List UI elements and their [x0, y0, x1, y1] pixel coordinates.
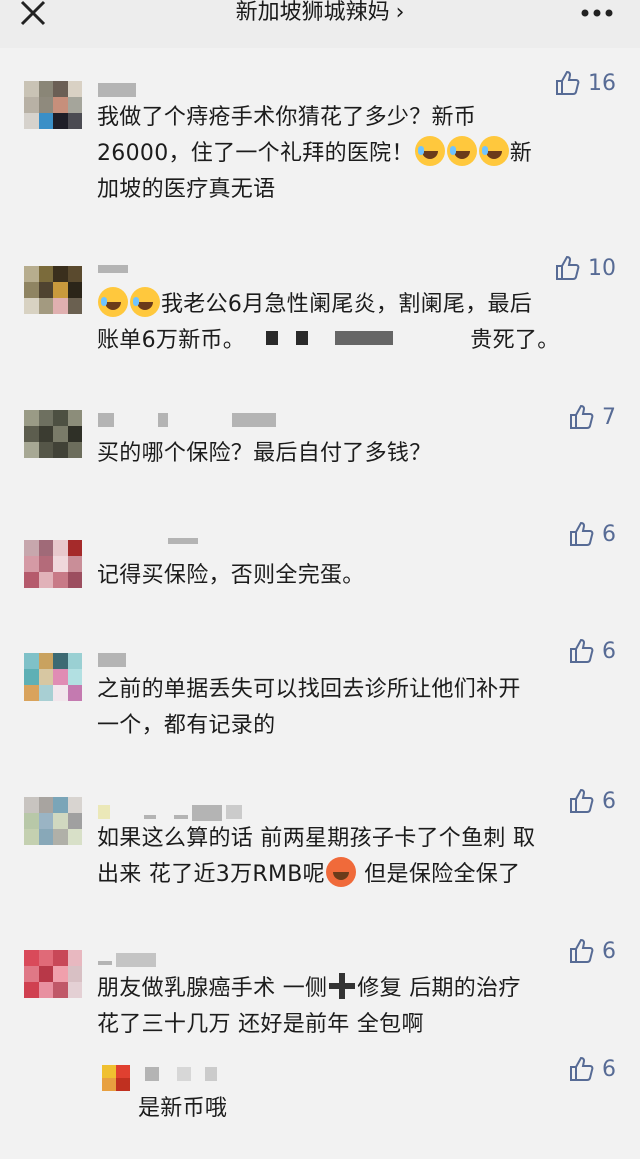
- like-button[interactable]: 6: [568, 521, 616, 547]
- user-name[interactable]: [98, 538, 198, 554]
- thumbs-up-icon: [556, 255, 580, 280]
- crying-emoji-icon: [130, 287, 160, 317]
- avatar[interactable]: [24, 410, 82, 458]
- like-count: 6: [602, 788, 616, 814]
- comment-text: 买的哪个保险？最后自付了多钱？: [97, 441, 432, 466]
- avatar[interactable]: [24, 540, 82, 588]
- user-name[interactable]: [98, 805, 242, 821]
- crying-emoji-icon: [98, 287, 128, 317]
- thumbs-up-icon: [570, 1056, 594, 1081]
- more-icon[interactable]: [580, 2, 614, 24]
- like-count: 6: [602, 1056, 616, 1082]
- avatar[interactable]: [24, 266, 82, 314]
- navigation-bar: 新加坡狮城辣妈 ›: [0, 0, 640, 48]
- comment-text: 之前的单据丢失可以找回去诊所让他们补开 一个，都有记录的: [97, 677, 521, 738]
- laughing-tears-emoji-icon: [446, 136, 477, 166]
- like-count: 6: [602, 521, 616, 547]
- avatar[interactable]: [24, 653, 82, 701]
- redacted-text: [266, 331, 279, 345]
- redacted-text: [295, 331, 308, 345]
- laughing-tears-emoji-icon: [478, 136, 509, 166]
- thumbs-up-icon: [570, 521, 594, 546]
- comment-text: 我做了个痔疮手术你猜花了多少？新币 26000，住了一个礼拜的医院！新 加坡的医…: [97, 105, 533, 202]
- thumbs-up-icon: [570, 404, 594, 429]
- like-button[interactable]: 7: [568, 404, 616, 430]
- user-name[interactable]: [145, 1067, 217, 1083]
- avatar[interactable]: [24, 797, 82, 845]
- avatar[interactable]: [102, 1065, 130, 1091]
- thumbs-up-icon: [570, 638, 594, 663]
- like-count: 10: [588, 255, 616, 281]
- avatar[interactable]: [24, 81, 82, 129]
- like-button[interactable]: 6: [568, 788, 616, 814]
- thumbs-up-icon: [570, 788, 594, 813]
- like-count: 6: [602, 938, 616, 964]
- angry-face-emoji-icon: [325, 857, 356, 887]
- comments-panel: 16 我做了个痔疮手术你猜花了多少？新币 26000，住了一个礼拜的医院！新 加…: [0, 48, 640, 1159]
- like-count: 6: [602, 638, 616, 664]
- redacted-text: [335, 331, 393, 345]
- thumbs-up-icon: [570, 938, 594, 963]
- like-button[interactable]: 6: [568, 938, 616, 964]
- user-name[interactable]: [98, 83, 136, 99]
- user-name[interactable]: [98, 265, 128, 281]
- comment-text: 是新币哦: [138, 1096, 228, 1121]
- laughing-tears-emoji-icon: [414, 136, 445, 166]
- comment-text: 记得买保险，否则全完蛋。: [97, 563, 365, 588]
- user-name[interactable]: [98, 953, 156, 969]
- comment-text: 我老公6月急性阑尾炎，割阑尾，最后 账单6万新币。 贵死了。: [97, 287, 617, 359]
- comment-text: 如果这么算的话 前两星期孩子卡了个鱼刺 取 出来 花了近3万RMB呢 但是保险全…: [97, 826, 536, 887]
- like-button[interactable]: 6: [568, 1056, 616, 1082]
- user-name[interactable]: [98, 653, 126, 669]
- group-title: 新加坡狮城辣妈: [235, 0, 390, 25]
- chevron-right-icon: ›: [395, 0, 405, 25]
- like-button[interactable]: 6: [568, 638, 616, 664]
- avatar[interactable]: [24, 950, 82, 998]
- like-count: 7: [602, 404, 616, 430]
- like-count: 16: [588, 70, 616, 96]
- comment-text: 朋友做乳腺癌手术 一侧 修复 后期的治疗 花了三十几万 还好是前年 全包啊: [97, 971, 617, 1043]
- like-button[interactable]: 16: [554, 70, 616, 96]
- page-title[interactable]: 新加坡狮城辣妈 ›: [0, 0, 640, 26]
- user-name[interactable]: [98, 413, 276, 429]
- plus-icon: [329, 973, 356, 999]
- like-button[interactable]: 10: [554, 255, 616, 281]
- thumbs-up-icon: [556, 70, 580, 95]
